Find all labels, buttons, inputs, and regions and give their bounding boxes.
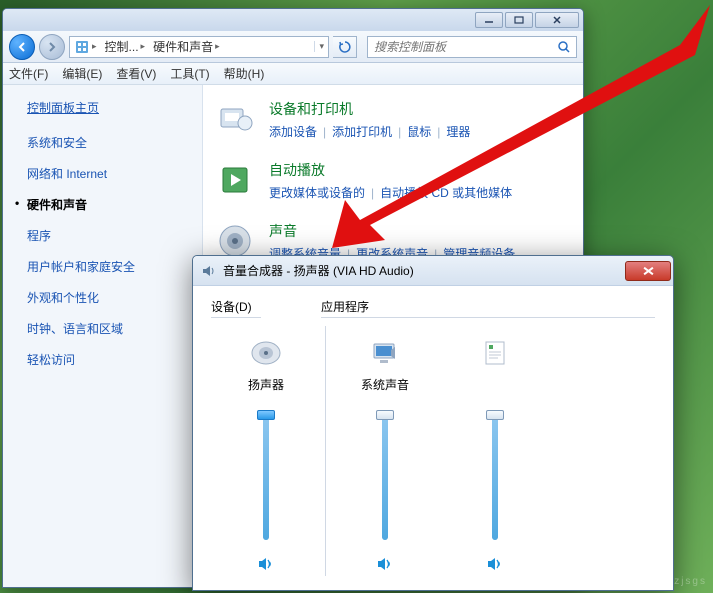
mute-button[interactable] bbox=[485, 554, 505, 574]
slider-thumb[interactable] bbox=[376, 410, 394, 420]
task-link[interactable]: 鼠标 bbox=[407, 125, 431, 139]
task-link[interactable]: 添加设备 bbox=[269, 125, 317, 139]
volume-slider[interactable] bbox=[378, 410, 392, 540]
mixer-body: 设备(D) 应用程序 扬声器 系统声音 bbox=[193, 286, 673, 590]
app-icon[interactable] bbox=[478, 336, 512, 370]
task-link[interactable]: 添加打印机 bbox=[332, 125, 392, 139]
section-icon bbox=[215, 160, 255, 200]
close-button[interactable] bbox=[535, 12, 579, 28]
applications-header: 应用程序 bbox=[321, 300, 369, 314]
control-panel-home-link[interactable]: 控制面板主页 bbox=[27, 99, 202, 116]
navigation-bar: ▸ 控制...▸ 硬件和声音▸ ▾ bbox=[3, 31, 583, 63]
menu-bar: 文件(F) 编辑(E) 查看(V) 工具(T) 帮助(H) bbox=[3, 63, 583, 85]
section-title[interactable]: 设备和打印机 bbox=[269, 99, 571, 119]
slider-thumb[interactable] bbox=[257, 410, 275, 420]
sidebar-category[interactable]: 硬件和声音 bbox=[27, 196, 202, 213]
category-section: 设备和打印机 添加设备|添加打印机|鼠标|理器 bbox=[215, 99, 571, 142]
forward-button[interactable] bbox=[39, 34, 65, 60]
address-bar[interactable]: ▸ 控制...▸ 硬件和声音▸ ▾ bbox=[69, 36, 329, 58]
mute-button[interactable] bbox=[375, 554, 395, 574]
menu-tools[interactable]: 工具(T) bbox=[170, 65, 209, 82]
sidebar-category[interactable]: 程序 bbox=[27, 227, 202, 244]
sidebar-category[interactable]: 外观和个性化 bbox=[27, 289, 202, 306]
close-button[interactable] bbox=[625, 261, 671, 281]
section-title[interactable]: 自动播放 bbox=[269, 160, 571, 180]
menu-edit[interactable]: 编辑(E) bbox=[62, 65, 102, 82]
menu-file[interactable]: 文件(F) bbox=[9, 65, 48, 82]
sidebar-category[interactable]: 时钟、语言和区域 bbox=[27, 320, 202, 337]
section-icon bbox=[215, 99, 255, 139]
search-box bbox=[367, 36, 577, 58]
breadcrumb-segment[interactable]: 控制...▸ bbox=[101, 38, 150, 55]
sidebar: 控制面板主页 系统和安全网络和 Internet 硬件和声音程序用户帐户和家庭安全… bbox=[3, 85, 203, 587]
volume-column: 系统声音 bbox=[330, 326, 440, 576]
window-titlebar bbox=[3, 9, 583, 31]
menu-view[interactable]: 查看(V) bbox=[116, 65, 156, 82]
mute-button[interactable] bbox=[256, 554, 276, 574]
slider-thumb[interactable] bbox=[486, 410, 504, 420]
maximize-button[interactable] bbox=[505, 12, 533, 28]
app-label: 扬声器 bbox=[248, 376, 284, 392]
menu-help[interactable]: 帮助(H) bbox=[224, 65, 265, 82]
speaker-icon bbox=[201, 263, 217, 279]
section-title[interactable]: 声音 bbox=[269, 221, 571, 241]
volume-slider[interactable] bbox=[259, 410, 273, 540]
search-input[interactable] bbox=[368, 40, 552, 54]
window-title: 音量合成器 - 扬声器 (VIA HD Audio) bbox=[223, 262, 625, 279]
task-link[interactable]: 更改媒体或设备的 bbox=[269, 186, 365, 200]
app-icon[interactable] bbox=[368, 336, 402, 370]
sidebar-category[interactable]: 轻松访问 bbox=[27, 351, 202, 368]
window-titlebar[interactable]: 音量合成器 - 扬声器 (VIA HD Audio) bbox=[193, 256, 673, 286]
volume-mixer-window: 音量合成器 - 扬声器 (VIA HD Audio) 设备(D) 应用程序 扬声… bbox=[192, 255, 674, 591]
task-link[interactable]: 自动播放 CD 或其他媒体 bbox=[380, 186, 512, 200]
watermark: www.wzjsgs bbox=[633, 576, 707, 587]
minimize-button[interactable] bbox=[475, 12, 503, 28]
divider bbox=[325, 326, 326, 576]
category-section: 自动播放 更改媒体或设备的|自动播放 CD 或其他媒体 bbox=[215, 160, 571, 203]
app-label: 系统声音 bbox=[361, 376, 409, 392]
sidebar-category[interactable]: 系统和安全 bbox=[27, 134, 202, 151]
sidebar-category[interactable]: 用户帐户和家庭安全 bbox=[27, 258, 202, 275]
app-icon[interactable] bbox=[249, 336, 283, 370]
volume-slider[interactable] bbox=[488, 410, 502, 540]
volume-column: 扬声器 bbox=[211, 326, 321, 576]
chevron-down-icon[interactable]: ▾ bbox=[319, 41, 324, 52]
back-button[interactable] bbox=[9, 34, 35, 60]
device-header: 设备(D) bbox=[211, 300, 252, 314]
refresh-button[interactable] bbox=[333, 36, 357, 58]
search-button[interactable] bbox=[552, 37, 576, 57]
task-link[interactable]: 理器 bbox=[446, 125, 470, 139]
sidebar-category[interactable]: 网络和 Internet bbox=[27, 165, 202, 182]
volume-column bbox=[440, 326, 550, 576]
control-panel-icon bbox=[74, 39, 90, 55]
breadcrumb-segment[interactable]: 硬件和声音▸ bbox=[149, 38, 224, 55]
